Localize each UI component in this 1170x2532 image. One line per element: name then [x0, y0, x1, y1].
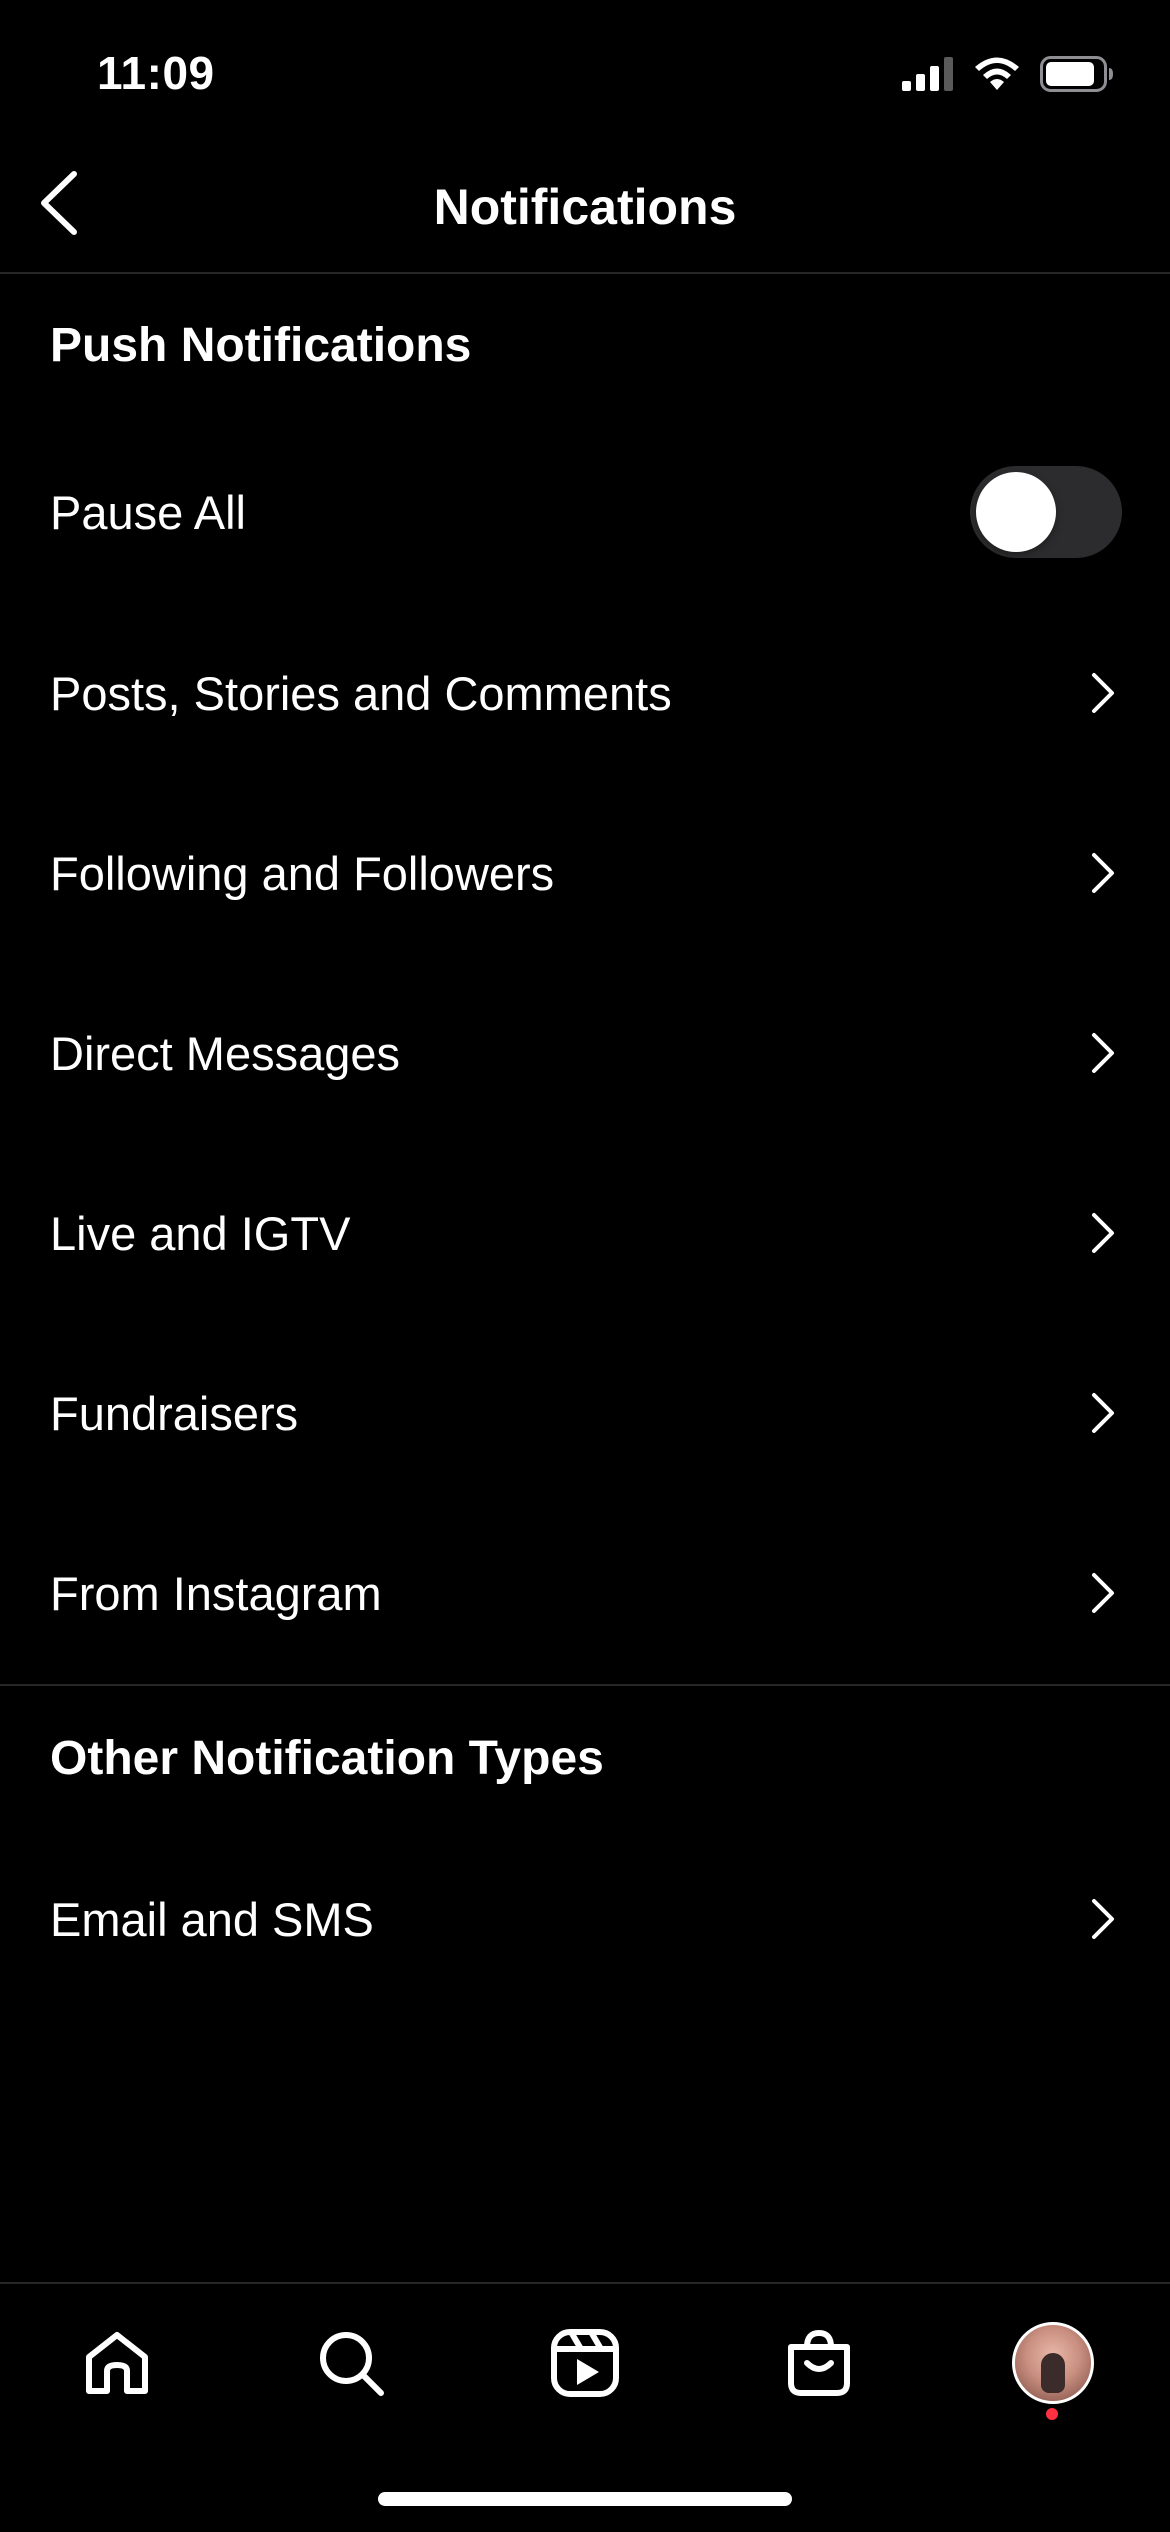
status-icons — [902, 52, 1114, 96]
row-label: Direct Messages — [50, 1026, 400, 1080]
battery-icon — [1040, 56, 1113, 92]
cellular-signal-icon — [902, 57, 953, 91]
tab-reels[interactable] — [540, 2318, 630, 2408]
header-divider — [0, 272, 1170, 274]
page-title: Notifications — [433, 179, 737, 235]
row-label: Fundraisers — [50, 1386, 299, 1440]
row-label: Email and SMS — [50, 1892, 374, 1946]
settings-row-from-instagram[interactable]: From Instagram — [0, 1528, 1170, 1658]
chevron-right-icon — [1092, 1573, 1114, 1613]
settings-row-posts-stories-comments[interactable]: Posts, Stories and Comments — [0, 628, 1170, 758]
avatar — [1012, 2322, 1094, 2404]
pause-all-row: Pause All — [0, 447, 1170, 577]
home-icon — [86, 2332, 148, 2394]
row-label: From Instagram — [50, 1566, 382, 1620]
chevron-right-icon — [1092, 673, 1114, 713]
pause-all-toggle[interactable] — [970, 466, 1122, 558]
tab-shop[interactable] — [774, 2318, 864, 2408]
avatar-figure — [1041, 2353, 1065, 2393]
chevron-right-icon — [1092, 853, 1114, 893]
section-divider — [0, 1684, 1170, 1686]
settings-row-live-igtv[interactable]: Live and IGTV — [0, 1168, 1170, 1298]
tab-bar-divider — [0, 2282, 1170, 2284]
toggle-knob — [976, 472, 1056, 552]
pause-all-label: Pause All — [50, 485, 246, 539]
settings-row-fundraisers[interactable]: Fundraisers — [0, 1348, 1170, 1478]
chevron-right-icon — [1092, 1033, 1114, 1073]
shop-icon — [788, 2329, 850, 2396]
section-header-other: Other Notification Types — [50, 1732, 604, 1785]
settings-row-following-followers[interactable]: Following and Followers — [0, 808, 1170, 938]
home-indicator[interactable] — [378, 2492, 792, 2506]
reels-icon — [551, 2329, 619, 2397]
tab-home[interactable] — [72, 2318, 162, 2408]
profile-notification-dot — [1046, 2408, 1058, 2420]
row-label: Live and IGTV — [50, 1206, 351, 1260]
settings-row-direct-messages[interactable]: Direct Messages — [0, 988, 1170, 1118]
chevron-right-icon — [1092, 1393, 1114, 1433]
search-icon — [320, 2332, 384, 2396]
settings-row-email-sms[interactable]: Email and SMS — [0, 1854, 1170, 1984]
status-time: 11:09 — [97, 47, 215, 99]
tab-profile[interactable] — [1008, 2318, 1098, 2408]
section-header-push: Push Notifications — [50, 319, 472, 372]
chevron-right-icon — [1092, 1899, 1114, 1939]
row-label: Posts, Stories and Comments — [50, 666, 672, 720]
tab-search[interactable] — [306, 2318, 396, 2408]
wifi-icon — [975, 57, 1019, 90]
chevron-right-icon — [1092, 1213, 1114, 1253]
row-label: Following and Followers — [50, 846, 555, 900]
